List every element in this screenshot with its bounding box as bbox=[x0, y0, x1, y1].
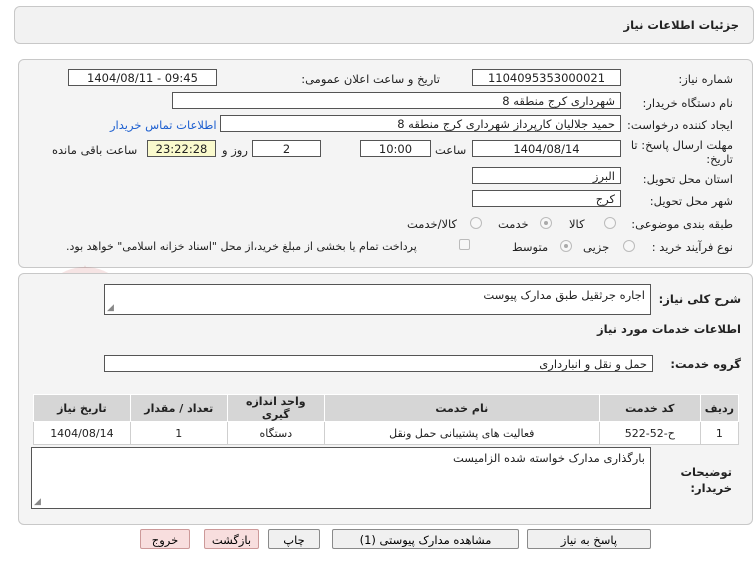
process-radio-medium[interactable] bbox=[560, 240, 572, 252]
cell-service-code: ح-52-522 bbox=[598, 421, 701, 445]
province-field: البرز bbox=[472, 167, 621, 184]
service-group-label: گروه خدمت: bbox=[670, 357, 741, 371]
buyer-notes-field: بارگذاری مدارک خواسته شده الزامیست ◢ bbox=[31, 447, 651, 509]
payment-note: پرداخت تمام یا بخشی از مبلغ خرید،از محل … bbox=[66, 240, 417, 253]
summary-text: اجاره جرثقیل طبق مدارک پیوست bbox=[483, 288, 645, 302]
col-need-date: تاریخ نیاز bbox=[33, 394, 131, 422]
days-label: روز و bbox=[222, 143, 248, 157]
category-radio-service[interactable] bbox=[540, 217, 552, 229]
col-quantity: تعداد / مقدار bbox=[129, 394, 228, 422]
buyer-notes-label-1: توضیحات bbox=[680, 465, 733, 479]
summary-label: شرح کلی نیاز: bbox=[658, 292, 741, 306]
back-button[interactable]: بازگشت bbox=[204, 529, 259, 549]
creator-label: ایجاد کننده درخواست: bbox=[627, 118, 733, 132]
creator-field: حمید جلالیان کارپرداز شهرداری کرج منطقه … bbox=[220, 115, 621, 132]
process-option-minor: جزیی bbox=[583, 240, 610, 254]
buyer-org-label: نام دستگاه خریدار: bbox=[642, 96, 733, 110]
process-radio-minor[interactable] bbox=[623, 240, 635, 252]
page-title: جزئیات اطلاعات نیاز bbox=[623, 18, 739, 32]
contact-buyer-link[interactable]: اطلاعات تماس خریدار bbox=[110, 118, 217, 132]
need-number-field: 1104095353000021 bbox=[472, 69, 621, 86]
deadline-label-1: مهلت ارسال پاسخ: تا bbox=[630, 138, 733, 152]
buyer-notes-label-2: خریدار: bbox=[690, 481, 732, 495]
cell-row-number: 1 bbox=[699, 421, 740, 445]
resize-grip-icon[interactable]: ◢ bbox=[34, 497, 41, 507]
cell-quantity: 1 bbox=[129, 421, 228, 445]
exit-button[interactable]: خروج bbox=[140, 529, 190, 549]
need-number-label: شماره نیاز: bbox=[678, 72, 733, 86]
city-label: شهر محل تحویل: bbox=[649, 194, 733, 208]
col-service-code: کد خدمت bbox=[598, 394, 701, 422]
summary-field: اجاره جرثقیل طبق مدارک پیوست ◢ bbox=[104, 284, 651, 315]
col-service-name: نام خدمت bbox=[323, 394, 600, 422]
table-row: 1 ح-52-522 فعالیت های پشتیبانی حمل ونقل … bbox=[33, 421, 740, 445]
process-option-medium: متوسط bbox=[512, 240, 549, 254]
header-bar: جزئیات اطلاعات نیاز bbox=[14, 6, 754, 44]
resize-grip-icon[interactable]: ◢ bbox=[107, 303, 114, 313]
cell-unit: دستگاه bbox=[226, 421, 325, 445]
remaining-time-field: 23:22:28 bbox=[147, 140, 216, 157]
category-radio-goods[interactable] bbox=[604, 217, 616, 229]
info-panel bbox=[18, 59, 753, 268]
services-section-title: اطلاعات خدمات مورد نیاز bbox=[597, 322, 741, 336]
service-group-field: حمل و نقل و انبارداری bbox=[104, 355, 653, 372]
process-label: نوع فرآیند خرید : bbox=[651, 240, 733, 254]
announce-label: تاریخ و ساعت اعلان عمومی: bbox=[301, 72, 440, 86]
days-field: 2 bbox=[252, 140, 321, 157]
reply-button[interactable]: پاسخ به نیاز bbox=[527, 529, 651, 549]
category-option-goods: کالا bbox=[569, 217, 585, 231]
deadline-time-field: 10:00 bbox=[360, 140, 431, 157]
table-header-row: ردیف کد خدمت نام خدمت واحد اندازه گیری ت… bbox=[33, 394, 740, 422]
services-table: ردیف کد خدمت نام خدمت واحد اندازه گیری ت… bbox=[33, 394, 740, 445]
category-radio-goods-service[interactable] bbox=[470, 217, 482, 229]
buyer-org-field: شهرداری کرج منطقه 8 bbox=[172, 92, 621, 109]
category-option-goods-service: کالا/خدمت bbox=[407, 217, 458, 231]
payment-checkbox[interactable] bbox=[459, 239, 470, 250]
view-documents-button[interactable]: مشاهده مدارک پیوستی (1) bbox=[332, 529, 519, 549]
cell-need-date: 1404/08/14 bbox=[33, 421, 131, 445]
cell-service-name: فعالیت های پشتیبانی حمل ونقل bbox=[323, 421, 600, 445]
province-label: استان محل تحویل: bbox=[642, 172, 733, 186]
category-option-service: خدمت bbox=[498, 217, 529, 231]
deadline-date-field: 1404/08/14 bbox=[472, 140, 621, 157]
col-unit: واحد اندازه گیری bbox=[226, 394, 325, 422]
print-button[interactable]: چاپ bbox=[268, 529, 320, 549]
city-field: کرج bbox=[472, 190, 621, 207]
time-label: ساعت bbox=[435, 143, 467, 157]
announce-field: 1404/08/11 - 09:45 bbox=[68, 69, 217, 86]
category-label: طبقه بندی موضوعی: bbox=[631, 217, 733, 231]
remaining-label: ساعت باقی مانده bbox=[52, 143, 138, 157]
col-row-number: ردیف bbox=[699, 394, 740, 422]
buyer-notes-text: بارگذاری مدارک خواسته شده الزامیست bbox=[452, 451, 645, 465]
deadline-label-2: تاریخ: bbox=[706, 152, 733, 166]
